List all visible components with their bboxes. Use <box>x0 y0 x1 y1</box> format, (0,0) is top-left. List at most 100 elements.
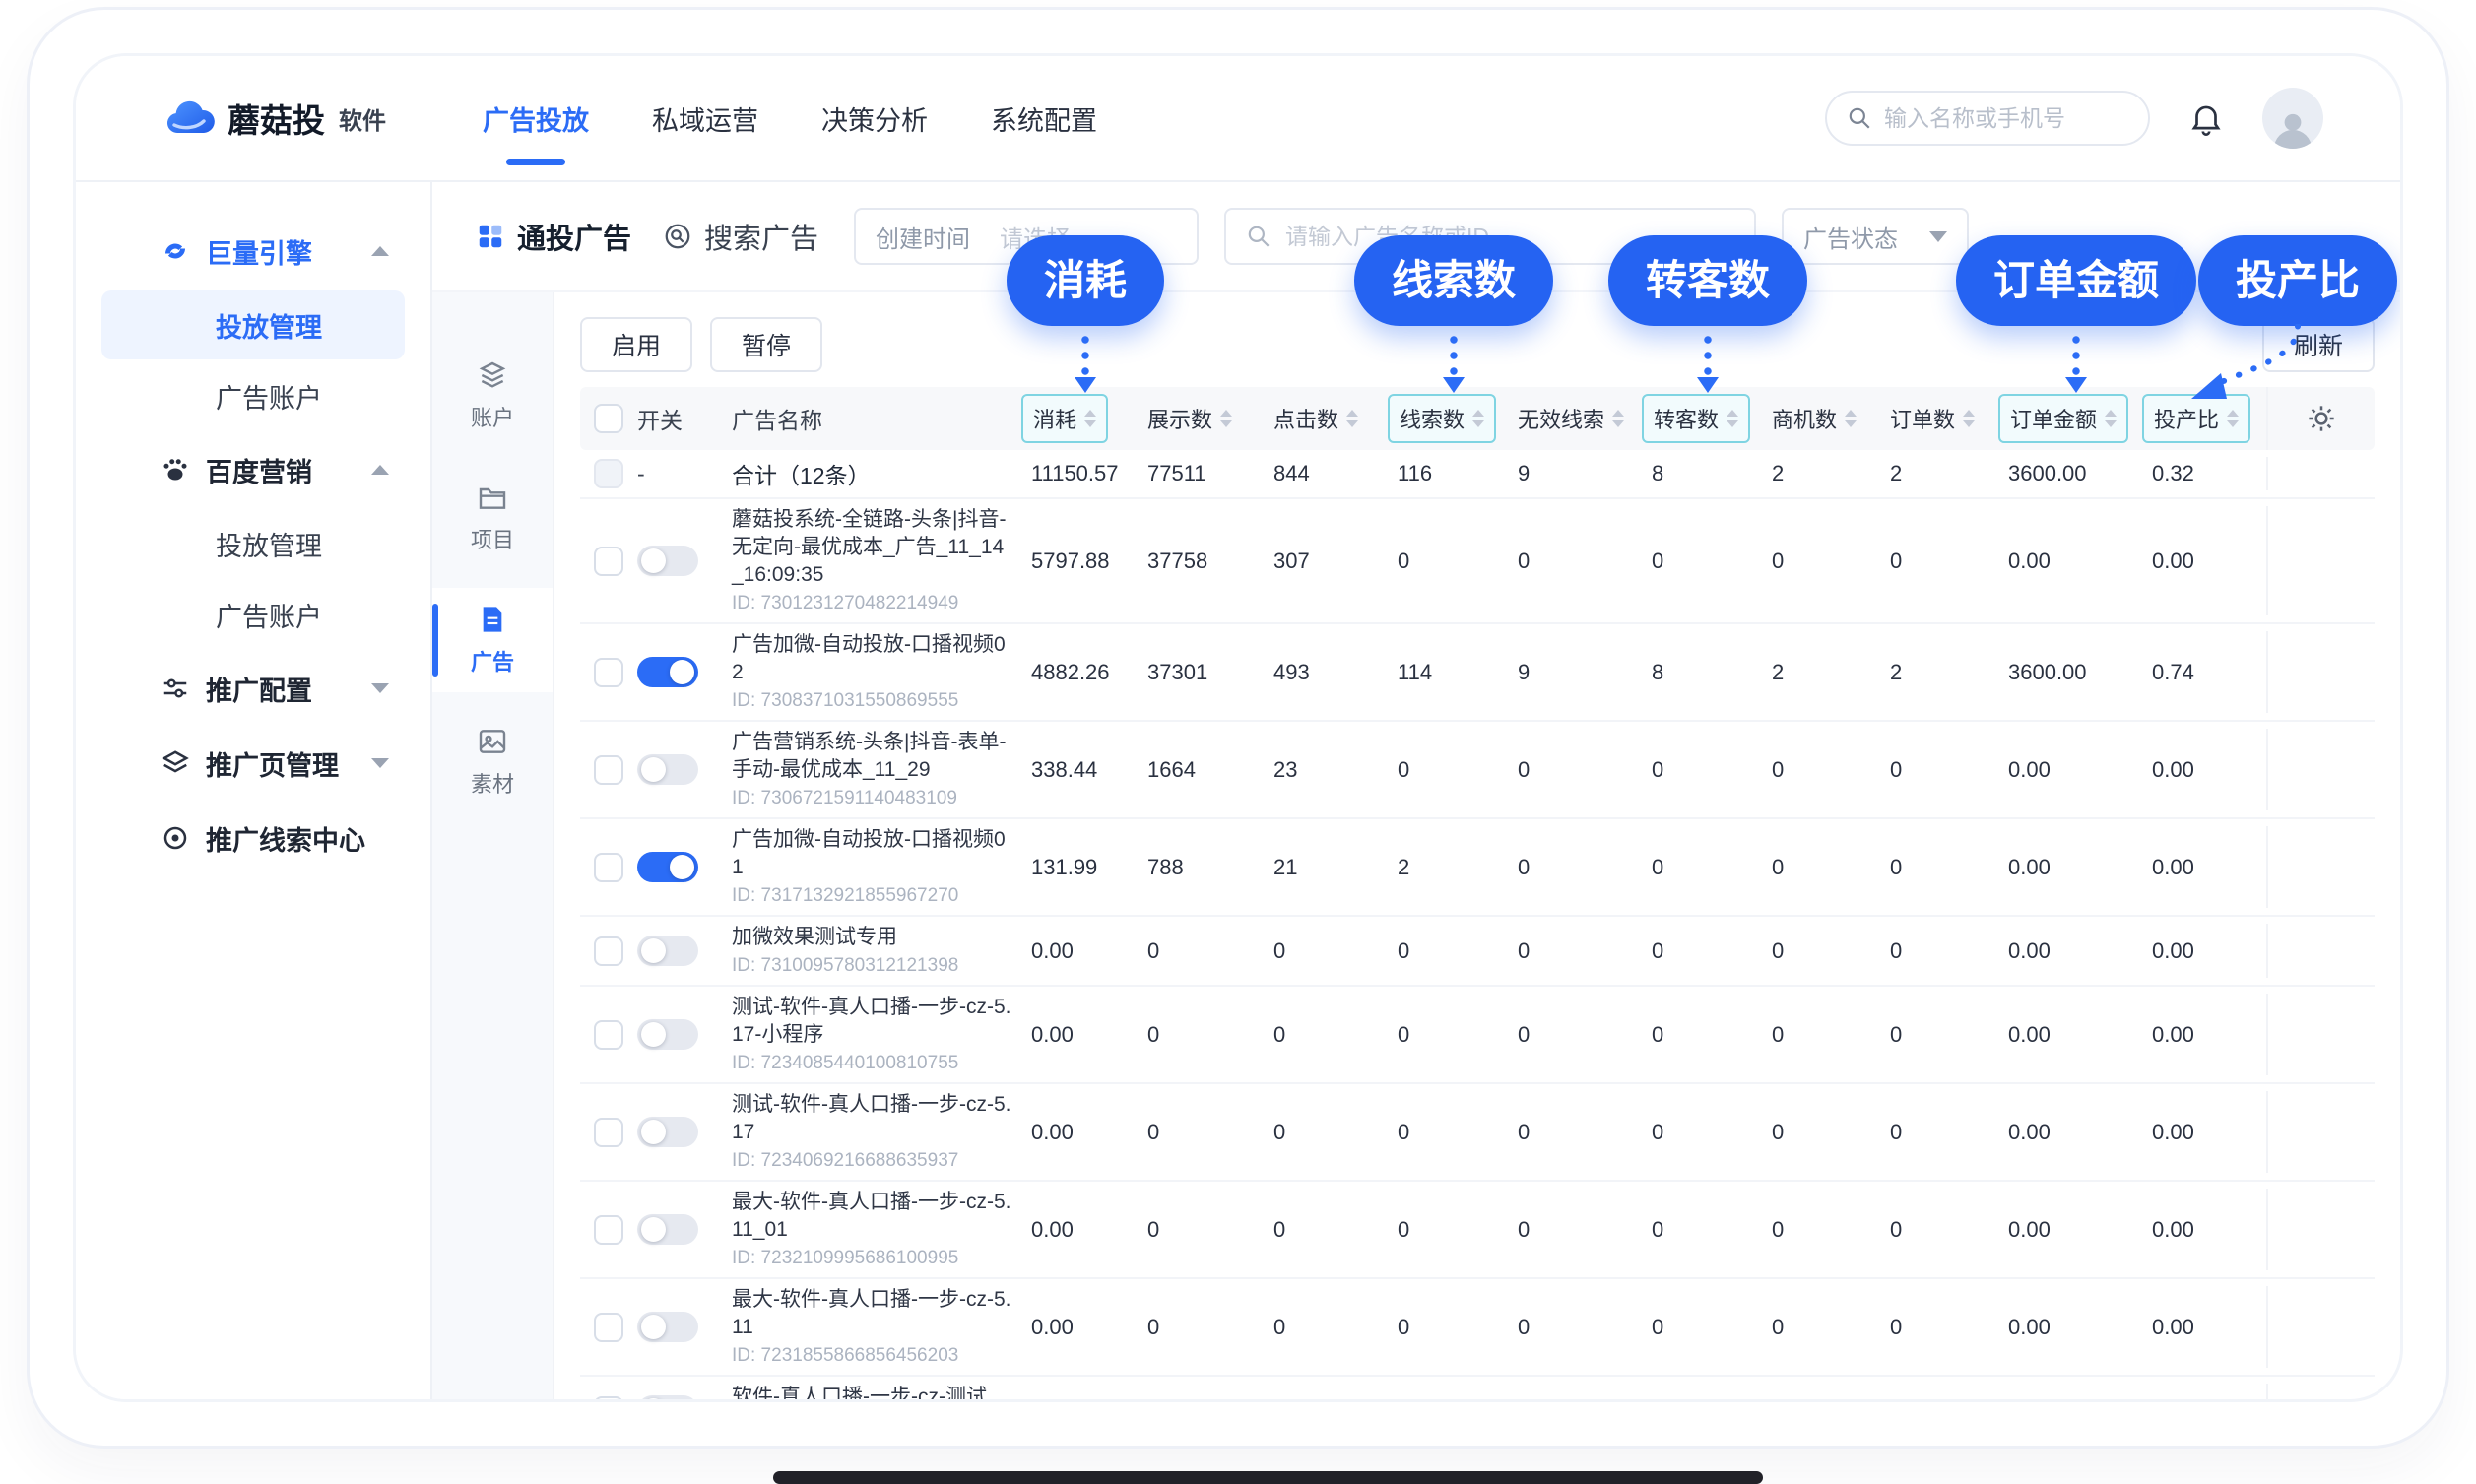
ad-document-icon <box>477 604 508 635</box>
pause-button[interactable]: 暂停 <box>710 317 822 372</box>
column-header-opportunities[interactable]: 商机数 <box>1768 396 1886 441</box>
metric-cell: 0 <box>1886 1120 2004 1145</box>
row-switch[interactable] <box>637 1395 698 1399</box>
metric-cell: 0 <box>1270 938 1394 964</box>
column-header-leads[interactable]: 线索数 <box>1394 394 1514 443</box>
row-checkbox[interactable] <box>594 853 623 882</box>
row-checkbox[interactable] <box>594 1215 623 1245</box>
select-all-checkbox[interactable] <box>594 404 623 433</box>
target-icon <box>161 823 190 853</box>
metric-cell: 0 <box>1768 938 1886 964</box>
row-checkbox[interactable] <box>594 547 623 576</box>
row-switch[interactable] <box>637 1214 698 1245</box>
row-checkbox[interactable] <box>594 1020 623 1050</box>
nav-system-config[interactable]: 系统配置 <box>989 86 1099 152</box>
sort-icon[interactable] <box>1084 410 1096 427</box>
sort-icon[interactable] <box>1845 410 1857 427</box>
sort-icon[interactable] <box>1472 410 1484 427</box>
row-switch[interactable] <box>637 657 698 687</box>
row-checkbox[interactable] <box>594 1118 623 1147</box>
dotted-connector <box>1704 332 1712 377</box>
row-switch[interactable] <box>637 1117 698 1147</box>
level-accounts[interactable]: 账户 <box>432 344 553 448</box>
row-switch[interactable] <box>637 852 698 882</box>
metric-cell: 0.00 <box>2148 757 2266 783</box>
sidebar-item-delivery-management[interactable]: 投放管理 <box>101 290 405 359</box>
metric-cell: 0 <box>1394 1398 1514 1400</box>
metric-cell: 37301 <box>1143 660 1270 685</box>
row-checkbox[interactable] <box>594 1396 623 1400</box>
metric-cell: 0 <box>1768 855 1886 880</box>
metric-cell: 0 <box>1270 1217 1394 1243</box>
column-header-impressions[interactable]: 展示数 <box>1143 396 1270 441</box>
sort-icon[interactable] <box>1727 410 1738 427</box>
sidebar-group-baidu-marketing[interactable]: 百度营销 <box>76 432 430 507</box>
sidebar-group-label: 推广线索中心 <box>206 819 365 858</box>
sidebar-item-baidu-ad-accounts[interactable]: 广告账户 <box>101 580 405 649</box>
row-switch[interactable] <box>637 1019 698 1050</box>
bell-icon[interactable] <box>2187 99 2225 137</box>
ocean-engine-icon <box>161 236 190 266</box>
sort-icon[interactable] <box>1963 410 1975 427</box>
level-projects[interactable]: 项目 <box>432 466 553 570</box>
metric-cell: 0.00 <box>2148 1120 2266 1145</box>
ad-name: 最大-软件-真人口播-一步-cz-5.11 <box>732 1286 1011 1341</box>
sort-icon[interactable] <box>1346 410 1358 427</box>
header-search[interactable] <box>1825 91 2150 146</box>
sidebar-item-baidu-delivery-management[interactable]: 投放管理 <box>101 509 405 578</box>
row-switch[interactable] <box>637 754 698 785</box>
enable-button[interactable]: 启用 <box>580 317 692 372</box>
ad-name: 最大-软件-真人口播-一步-cz-5.11_01 <box>732 1189 1011 1244</box>
tab-general-ads[interactable]: 通投广告 <box>476 216 631 257</box>
avatar[interactable] <box>2262 88 2323 149</box>
metric-cell: 0 <box>1514 548 1648 574</box>
sidebar-group-promo-config[interactable]: 推广配置 <box>76 651 430 726</box>
row-switch[interactable] <box>637 546 698 576</box>
level-materials[interactable]: 素材 <box>432 710 553 814</box>
level-ads[interactable]: 广告 <box>432 588 553 692</box>
metric-cell: 0.00 <box>1027 938 1143 964</box>
row-checkbox[interactable] <box>594 755 623 785</box>
header-search-input[interactable] <box>1884 105 2128 132</box>
column-header-order-amount[interactable]: 订单金额 <box>2004 394 2148 443</box>
nav-private-domain[interactable]: 私域运营 <box>650 86 760 152</box>
metric-cell: 0.00 <box>1027 1120 1143 1145</box>
image-icon <box>477 726 508 757</box>
column-header-orders[interactable]: 订单数 <box>1886 396 2004 441</box>
nav-decision-analysis[interactable]: 决策分析 <box>819 86 930 152</box>
metric-cell: 0 <box>1394 1022 1514 1048</box>
sidebar-group-promo-pages[interactable]: 推广页管理 <box>76 726 430 801</box>
column-header-cost[interactable]: 消耗 <box>1027 394 1143 443</box>
row-switch[interactable] <box>637 1312 698 1342</box>
row-checkbox[interactable] <box>594 658 623 687</box>
metric-cell: 0 <box>1648 1120 1768 1145</box>
metric-cell: 0.00 <box>1027 1398 1143 1400</box>
metric-cell: 0 <box>1886 757 2004 783</box>
summary-row: - 合计（12条） 11150.57 77511 844 116 9 8 2 2 <box>580 450 2375 499</box>
nav-ad-delivery[interactable]: 广告投放 <box>481 86 591 152</box>
callout-pill: 投产比 <box>2198 235 2397 326</box>
sidebar-group-ocean-engine[interactable]: 巨量引擎 <box>76 214 430 289</box>
column-header-conversions[interactable]: 转客数 <box>1648 394 1768 443</box>
chevron-down-icon <box>1929 231 1947 242</box>
ad-id: ID: 7231855866856456203 <box>732 1343 1011 1368</box>
sidebar-item-ad-accounts[interactable]: 广告账户 <box>101 361 405 430</box>
sidebar-group-leads-center[interactable]: 推广线索中心 <box>76 801 430 875</box>
metric-cell: 114 <box>1394 660 1514 685</box>
row-switch[interactable] <box>637 936 698 966</box>
app-window: 蘑菇投 软件 广告投放 私域运营 决策分析 系统配置 <box>73 53 2403 1402</box>
tab-search-ads[interactable]: 搜索广告 <box>663 216 818 257</box>
row-checkbox[interactable] <box>594 1313 623 1342</box>
sort-icon[interactable] <box>2105 410 2117 427</box>
metric-cell: 5797.88 <box>1027 548 1143 574</box>
row-checkbox[interactable] <box>594 936 623 966</box>
sort-icon[interactable] <box>1612 410 1624 427</box>
column-header-invalid-leads[interactable]: 无效线索 <box>1514 396 1648 441</box>
callout-order-amount: 订单金额 <box>1956 235 2196 393</box>
ad-status-select[interactable]: 广告状态 <box>1782 208 1969 265</box>
sort-icon[interactable] <box>1220 410 1232 427</box>
metric-cell: 0.32 <box>2148 461 2266 486</box>
column-header-clicks[interactable]: 点击数 <box>1270 396 1394 441</box>
metric-cell: 11150.57 <box>1027 461 1143 486</box>
metric-cell: 0 <box>1648 938 1768 964</box>
